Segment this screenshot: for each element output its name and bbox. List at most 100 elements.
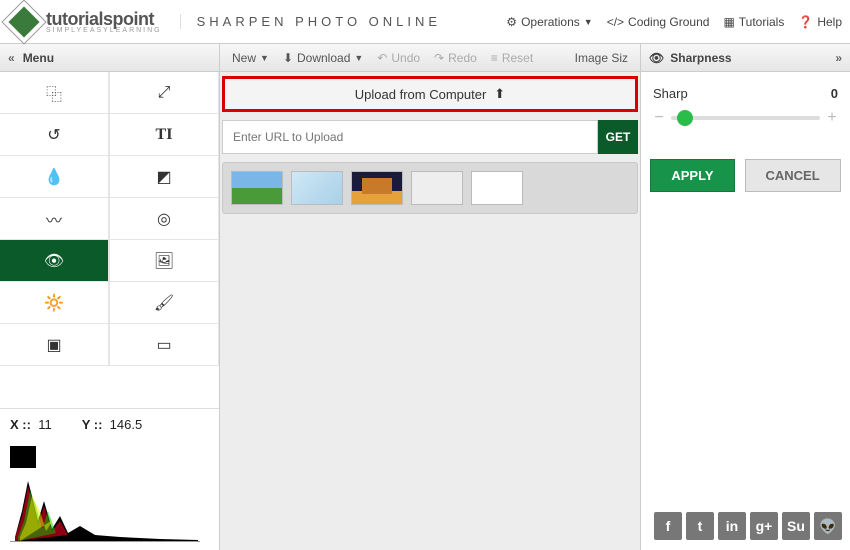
url-upload-row: GET: [222, 120, 638, 154]
apply-button[interactable]: APPLY: [650, 159, 734, 192]
thumb-sample-4[interactable]: [411, 171, 463, 205]
thumb-sample-1[interactable]: [231, 171, 283, 205]
drop-icon: 💧: [44, 167, 64, 187]
brand-name: tutorialspoint: [46, 9, 154, 29]
social-bar: f t in g+ Su 👽: [641, 506, 850, 550]
crop-icon: ⿻: [46, 81, 62, 105]
tool-rotate[interactable]: ↺: [0, 114, 109, 156]
thumb-sample-3[interactable]: [351, 171, 403, 205]
tool-image[interactable]: 🖼: [109, 240, 219, 282]
wave-icon: 〰: [46, 207, 62, 231]
facebook-icon[interactable]: f: [654, 512, 682, 540]
googleplus-icon[interactable]: g+: [750, 512, 778, 540]
brand-tagline: SIMPLYEASYLEARNING: [46, 27, 162, 34]
artboard-icon: ▣: [46, 335, 61, 355]
tb-reset[interactable]: ≡Reset: [491, 51, 533, 65]
tool-grid: ⿻ ⤢ ↺ TI 💧 ◩ 〰 ◎ 👁 🖼 🔆 🖌: [0, 72, 219, 366]
coord-y: 146.5: [110, 417, 143, 432]
coords-readout: X :: 11 Y :: 146.5: [0, 408, 219, 440]
tool-levels[interactable]: ◩: [109, 156, 219, 198]
tb-image-size[interactable]: Image Siz: [575, 51, 628, 65]
upload-from-computer-button[interactable]: Upload from Computer ⬆: [222, 76, 638, 112]
expand-icon: ⤢: [158, 84, 171, 102]
histogram-icon: [10, 471, 200, 541]
help-icon: ❓: [798, 15, 813, 29]
reset-icon: ≡: [491, 51, 498, 65]
center-toolbar: New▼ ⬇Download▼ ↶Undo ↷Redo ≡Reset Image…: [220, 44, 640, 72]
eye-icon: 👁: [44, 251, 64, 271]
image-icon: 🖼: [154, 251, 174, 271]
tool-eye[interactable]: 👁: [0, 240, 109, 282]
tb-redo[interactable]: ↷Redo: [434, 51, 477, 65]
slider-knob[interactable]: [677, 110, 693, 126]
url-input[interactable]: [222, 120, 598, 154]
param-value: 0: [831, 86, 838, 101]
undo-icon: ↶: [377, 51, 387, 65]
tb-new[interactable]: New▼: [232, 51, 269, 65]
tb-undo[interactable]: ↶Undo: [377, 51, 420, 65]
sharpness-controls: Sharp 0 − + APPLY CANCEL: [641, 72, 850, 206]
cancel-button[interactable]: CANCEL: [745, 159, 841, 192]
collapse-right-icon[interactable]: »: [835, 51, 842, 65]
redo-icon: ↷: [434, 51, 444, 65]
reddit-icon[interactable]: 👽: [814, 512, 842, 540]
upload-icon: ⬆: [494, 86, 505, 102]
lasso-icon: 🔆: [44, 293, 64, 313]
nav-coding-ground[interactable]: </>Coding Ground: [607, 15, 710, 29]
twitter-icon[interactable]: t: [686, 512, 714, 540]
eye-icon: 👁: [649, 51, 664, 65]
tool-wave[interactable]: 〰: [0, 198, 109, 240]
code-icon: </>: [607, 15, 624, 29]
sitemap-icon: ⚙: [506, 15, 517, 29]
rotate-icon: ↺: [47, 125, 60, 145]
nav-operations[interactable]: ⚙Operations▼: [506, 15, 592, 29]
sample-thumbnails: [222, 162, 638, 214]
slider-track[interactable]: [671, 116, 820, 120]
color-swatch[interactable]: [10, 446, 36, 468]
thumb-sample-2[interactable]: [291, 171, 343, 205]
tool-text[interactable]: TI: [109, 114, 219, 156]
workarea: « Menu ⿻ ⤢ ↺ TI 💧 ◩ 〰 ◎ 👁 🖼: [0, 44, 850, 550]
collapse-left-icon[interactable]: «: [8, 51, 15, 65]
tool-lasso[interactable]: 🔆: [0, 282, 109, 324]
minus-icon[interactable]: −: [653, 109, 665, 127]
tool-crop[interactable]: ⿻: [0, 72, 109, 114]
logo[interactable]: tutorialspoint SIMPLYEASYLEARNING: [8, 6, 162, 38]
brush-icon: 🖌: [154, 293, 174, 313]
linkedin-icon[interactable]: in: [718, 512, 746, 540]
text-icon: TI: [156, 126, 173, 144]
tool-target[interactable]: ◎: [109, 198, 219, 240]
get-button[interactable]: GET: [598, 120, 638, 154]
caret-down-icon: ▼: [354, 53, 363, 63]
left-panel-title: Menu: [23, 51, 54, 65]
topnav: ⚙Operations▼ </>Coding Ground ▦Tutorials…: [506, 15, 842, 29]
topbar: tutorialspoint SIMPLYEASYLEARNING SHARPE…: [0, 0, 850, 44]
sharp-slider: − +: [653, 109, 838, 127]
grid-icon: ▦: [723, 15, 734, 29]
stumbleupon-icon[interactable]: Su: [782, 512, 810, 540]
tool-artboard[interactable]: ▣: [0, 324, 109, 366]
caret-down-icon: ▼: [584, 17, 593, 27]
caret-down-icon: ▼: [260, 53, 269, 63]
right-panel: 👁 Sharpness » Sharp 0 − + APPLY CANCEL f…: [640, 44, 850, 550]
plus-icon[interactable]: +: [826, 109, 838, 127]
nav-tutorials[interactable]: ▦Tutorials: [723, 15, 784, 29]
right-panel-header: 👁 Sharpness »: [641, 44, 850, 72]
coord-x: 11: [38, 417, 52, 432]
param-label: Sharp: [653, 86, 688, 101]
canvas-panel: New▼ ⬇Download▼ ↶Undo ↷Redo ≡Reset Image…: [220, 44, 640, 550]
levels-icon: ◩: [156, 167, 171, 187]
nav-help[interactable]: ❓Help: [798, 15, 842, 29]
page-title: SHARPEN PHOTO ONLINE: [180, 14, 441, 29]
histogram-panel: [0, 440, 219, 550]
thumb-sample-5[interactable]: [471, 171, 523, 205]
tool-fullscreen[interactable]: ⤢: [109, 72, 219, 114]
tb-download[interactable]: ⬇Download▼: [283, 51, 363, 65]
tool-brush[interactable]: 🖌: [109, 282, 219, 324]
tool-frame[interactable]: ▭: [109, 324, 219, 366]
left-panel: « Menu ⿻ ⤢ ↺ TI 💧 ◩ 〰 ◎ 👁 🖼: [0, 44, 220, 550]
histogram: [10, 472, 200, 542]
left-panel-header: « Menu: [0, 44, 219, 72]
logo-mark-icon: [1, 0, 46, 44]
tool-drop[interactable]: 💧: [0, 156, 109, 198]
